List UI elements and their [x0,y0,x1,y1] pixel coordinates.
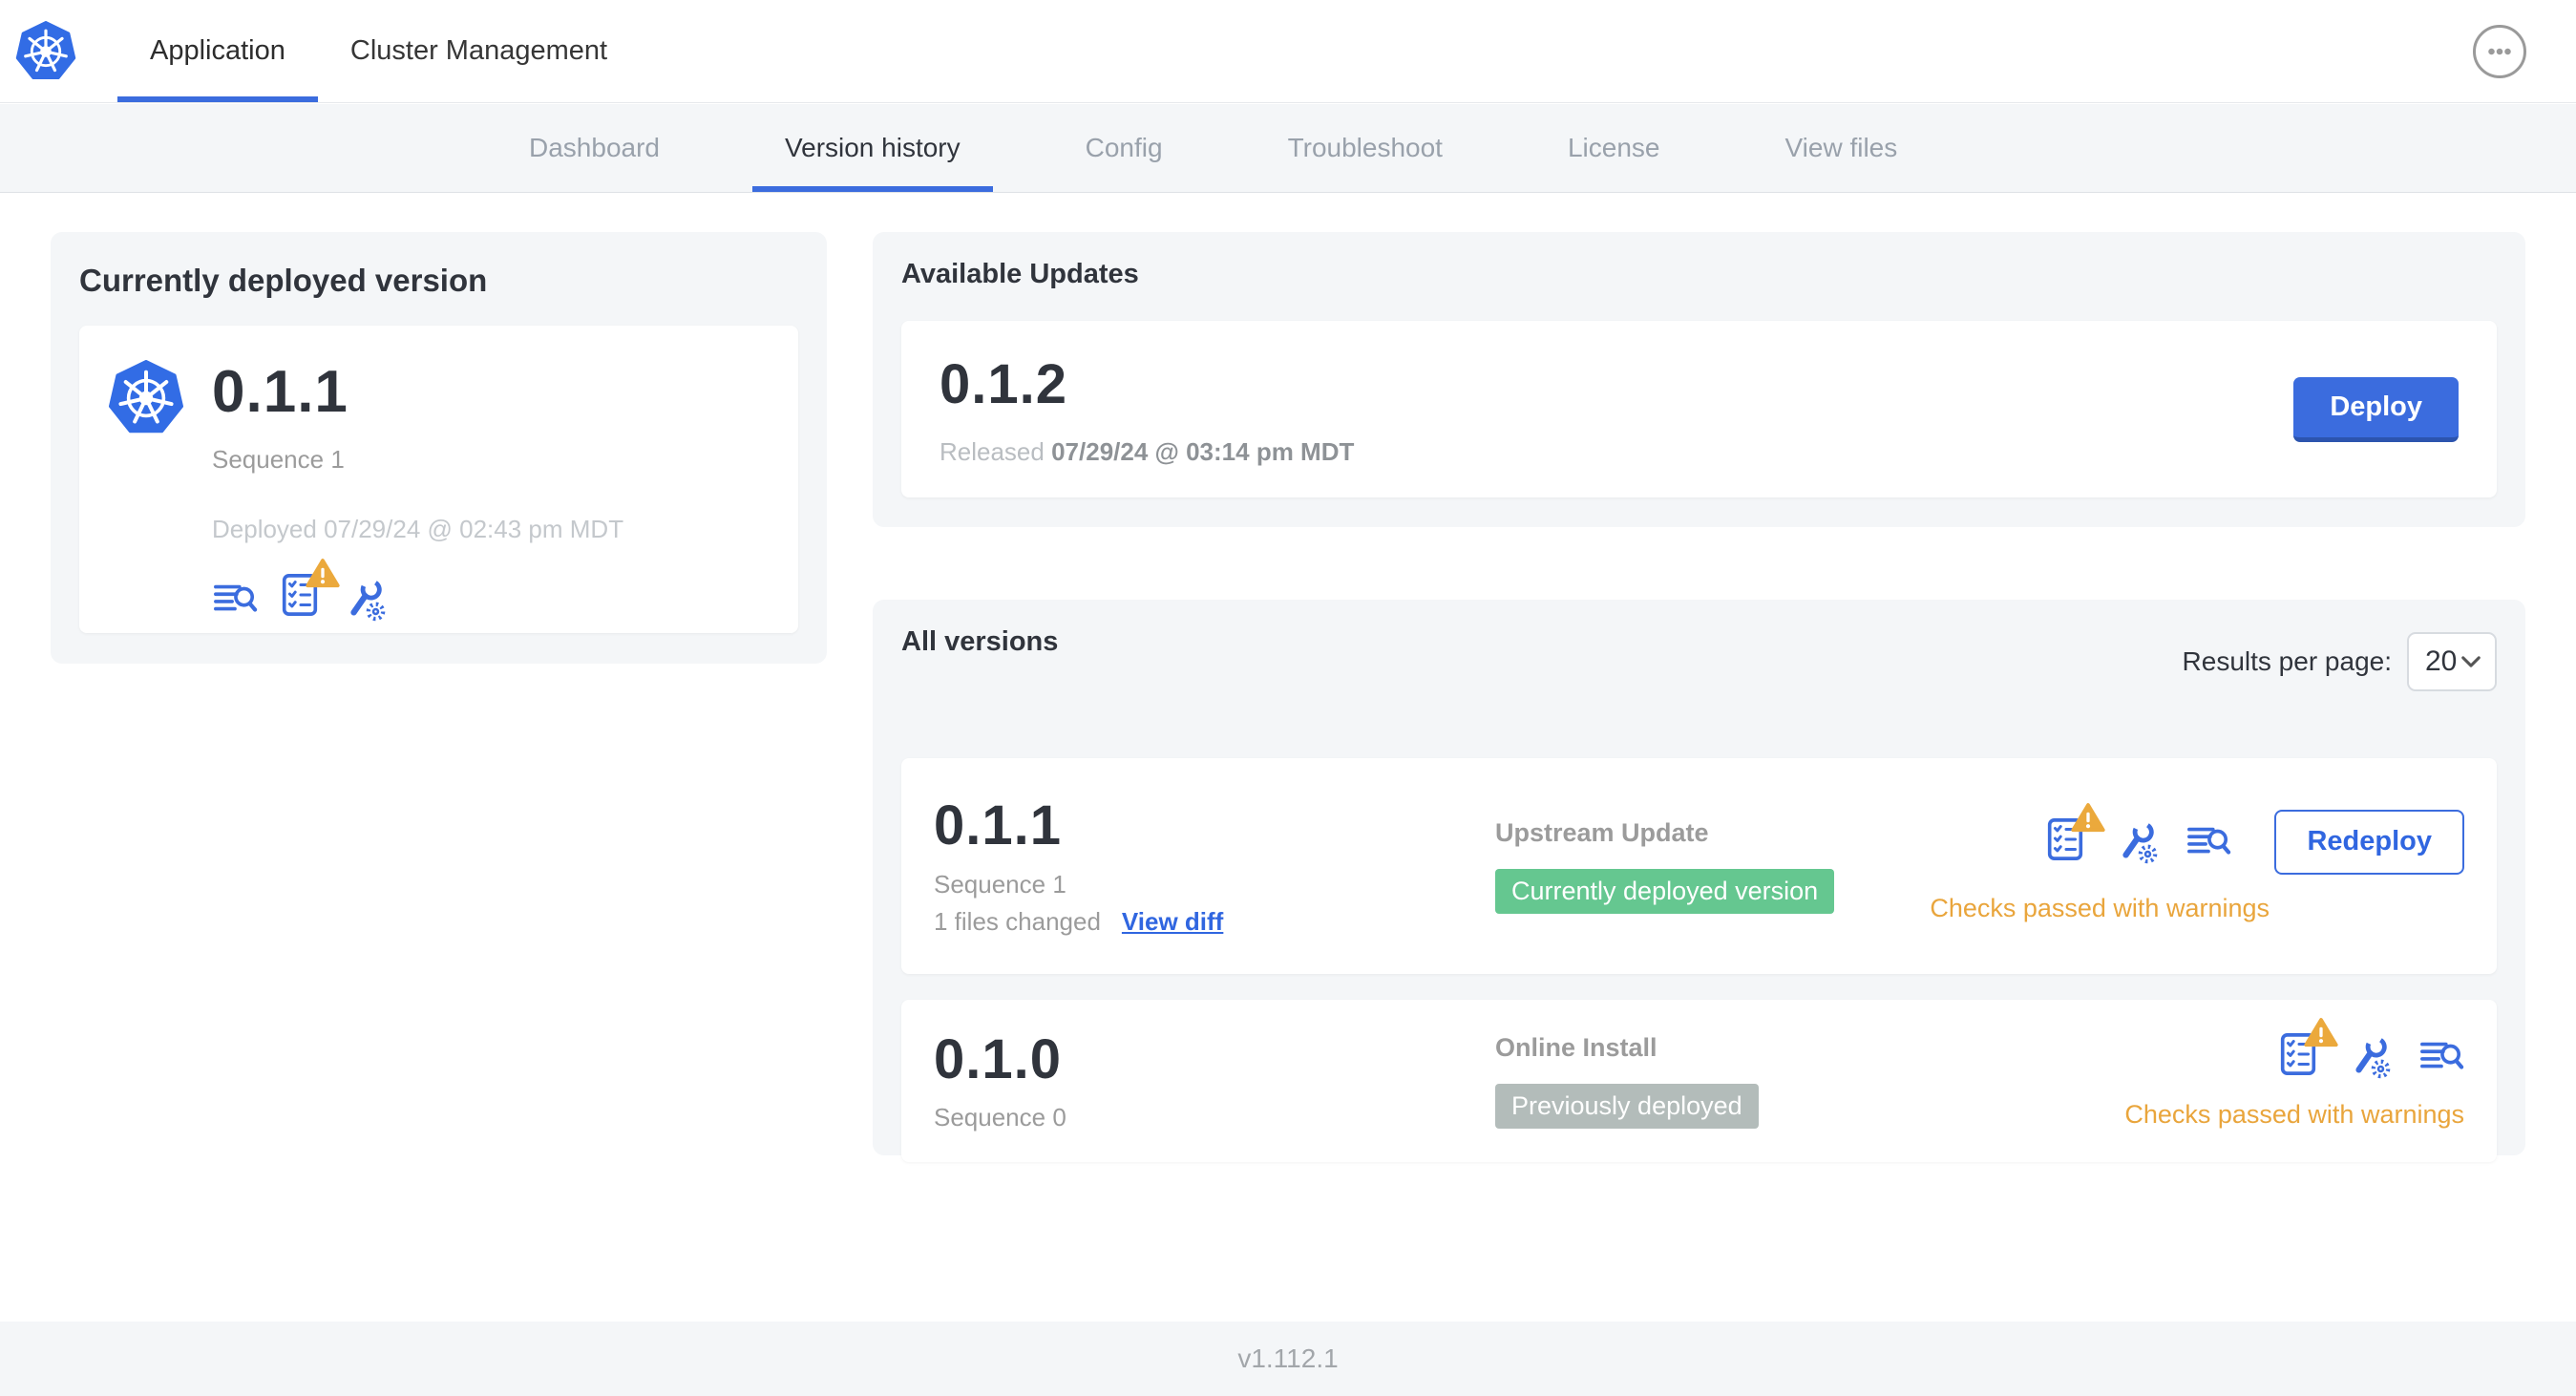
preflight-checks-icon[interactable] [2042,817,2088,866]
warning-triangle-icon [2071,802,2105,834]
deploy-button[interactable]: Deploy [2293,376,2459,442]
warning-triangle-icon [306,558,340,589]
tab-cluster-management[interactable]: Cluster Management [318,0,640,102]
row-version-number: 0.1.1 [934,794,1062,857]
released-label: Released [940,436,1045,466]
available-update-row: 0.1.2 Released 07/29/24 @ 03:14 pm MDT D… [901,321,2497,497]
row-version-number: 0.1.0 [934,1027,1062,1090]
chevron-down-icon [2460,655,2481,668]
subnav-tab-view-files[interactable]: View files [1752,104,1930,192]
subnav-tab-troubleshoot[interactable]: Troubleshoot [1256,104,1475,192]
deploy-logs-icon[interactable] [2185,820,2231,864]
results-per-page-value: 20 [2425,645,2458,677]
subnav-tab-config[interactable]: Config [1053,104,1195,192]
deploy-logs-icon[interactable] [2418,1035,2464,1079]
available-updates-title: Available Updates [901,259,1139,289]
update-released-date: Released 07/29/24 @ 03:14 pm MDT [940,437,1354,467]
available-updates-card: Available Updates 0.1.2 Released 07/29/2… [873,232,2525,527]
version-row-0-1-0: 0.1.0 Sequence 0 Online Install Previous… [901,1000,2497,1162]
tab-application[interactable]: Application [117,0,318,102]
ellipsis-icon [2483,35,2516,68]
current-version-deployed-date: Deployed 07/29/24 @ 02:43 pm MDT [212,515,624,544]
header-tabs: Application Cluster Management [117,0,640,102]
all-versions-card: All versions Results per page: 20 0.1.1 … [873,600,2525,1162]
app-kubernetes-icon [108,360,184,436]
results-per-page-label: Results per page: [2182,646,2392,676]
previously-deployed-badge: Previously deployed [1495,1084,1759,1129]
redeploy-button[interactable]: Redeploy [2274,809,2464,875]
version-row-0-1-1: 0.1.1 Sequence 1 1 files changed View di… [901,758,2497,974]
currently-deployed-version-panel: 0.1.1 Sequence 1 Deployed 07/29/24 @ 02:… [79,326,798,633]
subnav-tab-dashboard[interactable]: Dashboard [496,104,692,192]
currently-deployed-title: Currently deployed version [79,263,488,298]
files-changed-label: 1 files changed [934,906,1101,936]
kubernetes-logo-icon [15,21,76,82]
subnav-tab-version-history[interactable]: Version history [751,104,993,192]
row-sequence: Sequence 1 [934,869,1066,899]
checks-status-text: Checks passed with warnings [1930,893,2270,922]
view-diff-link[interactable]: View diff [1122,907,1223,937]
edit-config-icon[interactable] [2114,820,2160,864]
preflight-checks-icon[interactable] [277,573,323,622]
version-source-label: Upstream Update [1495,818,1709,847]
currently-deployed-badge: Currently deployed version [1495,869,1835,914]
preflight-checks-icon[interactable] [2275,1032,2321,1081]
currently-deployed-card: Currently deployed version 0.1.1 Sequenc… [51,232,827,664]
all-versions-title: All versions [901,626,1059,657]
console-version-text: v1.112.1 [1237,1343,1339,1373]
overflow-menu-button[interactable] [2473,25,2526,78]
warning-triangle-icon [2304,1017,2338,1048]
footer: v1.112.1 [0,1322,2576,1396]
results-per-page-select[interactable]: 20 [2407,632,2497,691]
app-subnav: Dashboard Version history Config Trouble… [0,104,2576,193]
edit-config-icon[interactable] [342,578,388,622]
update-version-number: 0.1.2 [940,352,1067,415]
subnav-tab-license[interactable]: License [1535,104,1693,192]
edit-config-icon[interactable] [2347,1035,2393,1079]
version-source-label: Online Install [1495,1033,1658,1062]
admin-console-page: Application Cluster Management Dashboard… [0,0,2576,1396]
current-version-sequence: Sequence 1 [212,445,345,475]
current-version-number: 0.1.1 [212,359,348,425]
checks-status-text: Checks passed with warnings [2124,1100,2464,1129]
top-header: Application Cluster Management [0,0,2576,103]
row-sequence: Sequence 0 [934,1103,1066,1132]
released-date-value: 07/29/24 @ 03:14 pm MDT [1051,436,1355,466]
deploy-logs-icon[interactable] [212,578,258,622]
